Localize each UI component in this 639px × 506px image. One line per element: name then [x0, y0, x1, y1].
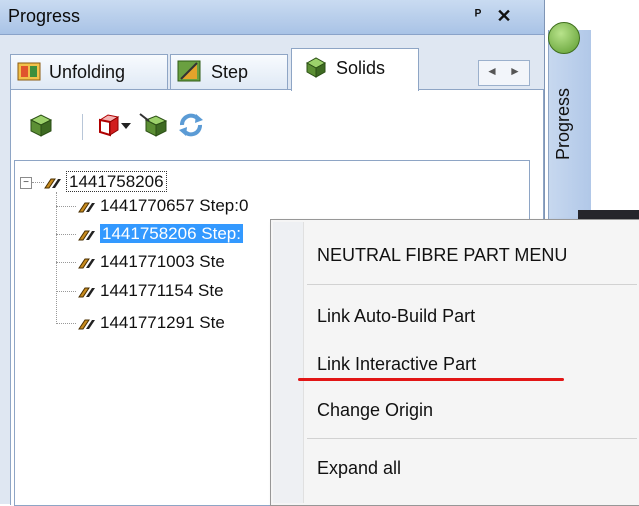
menu-item-change-origin[interactable]: Change Origin: [317, 400, 433, 421]
refresh-icon[interactable]: [176, 110, 206, 140]
menu-separator: [307, 438, 637, 439]
tree-node[interactable]: 1441771291 Ste: [78, 312, 225, 334]
close-icon[interactable]: ✕: [492, 5, 516, 27]
tree-node[interactable]: 1441770657 Step:0: [78, 195, 248, 217]
tab-solids[interactable]: Solids: [291, 48, 419, 91]
part-node-icon: [78, 319, 95, 330]
unfolding-icon: [17, 62, 41, 81]
tab-step[interactable]: Step: [170, 54, 288, 89]
tree-node-label: 1441771154 Ste: [100, 281, 224, 300]
tree-connector: [32, 182, 44, 183]
context-menu: NEUTRAL FIBRE PART MENU Link Auto-Build …: [270, 219, 639, 506]
panel-title: Progress: [8, 6, 81, 26]
tree-connector: [56, 192, 57, 324]
tree-connector: [56, 262, 76, 263]
panel-titlebar: Progress ᴾ ✕: [0, 0, 544, 35]
scroll-left-icon[interactable]: ◄: [481, 64, 503, 78]
part-node-icon: [44, 178, 61, 189]
tab-unfolding-label: Unfolding: [49, 62, 126, 82]
tab-step-label: Step: [211, 62, 249, 82]
tab-solids-label: Solids: [336, 58, 386, 78]
tree-connector: [56, 206, 76, 207]
link-part-icon[interactable]: [138, 110, 168, 140]
part-node-icon: [78, 202, 95, 213]
part-node-icon: [78, 287, 95, 298]
tree-node-label: 1441771003 Ste: [100, 252, 225, 271]
tree-node[interactable]: 1441771003 Ste: [78, 251, 225, 273]
solids-icon: [305, 57, 327, 78]
tree-node-label: 1441770657 Step:0: [100, 196, 249, 215]
tree-node-selected[interactable]: 1441758206 Step:: [78, 223, 243, 245]
part-node-icon: [78, 258, 95, 269]
tab-scroll-buttons[interactable]: ◄ ►: [478, 60, 530, 86]
tree-node[interactable]: 1441771154 Ste: [78, 280, 224, 302]
menu-item-link-interactive[interactable]: Link Interactive Part: [317, 354, 476, 375]
side-tab-label[interactable]: Progress: [553, 60, 579, 160]
tree-connector: [56, 323, 76, 324]
pin-icon[interactable]: ᴾ: [466, 5, 490, 27]
scroll-right-icon[interactable]: ►: [504, 64, 526, 78]
toolbar-separator: [82, 114, 83, 140]
tree-root-label: 1441758206: [66, 171, 167, 192]
menu-item-link-auto-build[interactable]: Link Auto-Build Part: [317, 306, 475, 327]
menu-icon-gutter: [273, 222, 304, 503]
menu-separator: [307, 284, 637, 285]
tree-root-node[interactable]: 1441758206: [44, 171, 167, 193]
solid-part-icon[interactable]: [26, 110, 56, 140]
tab-unfolding[interactable]: Unfolding: [10, 54, 168, 89]
step-icon: [177, 60, 201, 82]
tree-node-label: 1441758206 Step:: [100, 224, 243, 243]
tree-connector: [56, 291, 76, 292]
status-globe-icon[interactable]: [548, 22, 580, 54]
menu-item-expand-all[interactable]: Expand all: [317, 458, 401, 479]
tree-node-label: 1441771291 Ste: [100, 313, 225, 332]
tree-connector: [56, 234, 76, 235]
menu-header: NEUTRAL FIBRE PART MENU: [317, 245, 568, 265]
part-node-icon: [78, 230, 95, 241]
collapse-toggle-icon[interactable]: −: [20, 177, 32, 189]
highlight-underline: [298, 378, 564, 381]
